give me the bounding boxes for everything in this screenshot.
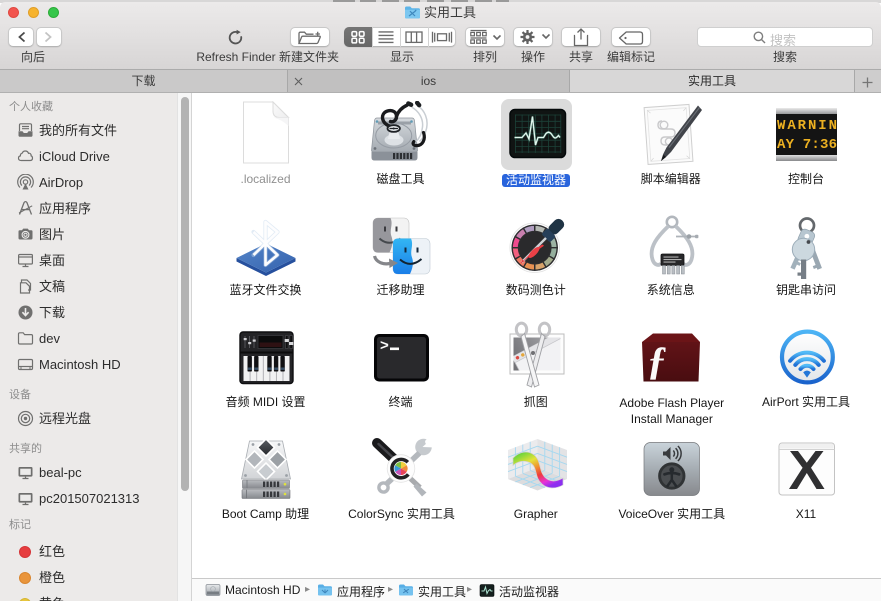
svg-text:AY 7:36: AY 7:36 xyxy=(777,137,837,153)
svg-text:>: > xyxy=(380,337,389,354)
svg-text:ƒ: ƒ xyxy=(647,338,667,383)
